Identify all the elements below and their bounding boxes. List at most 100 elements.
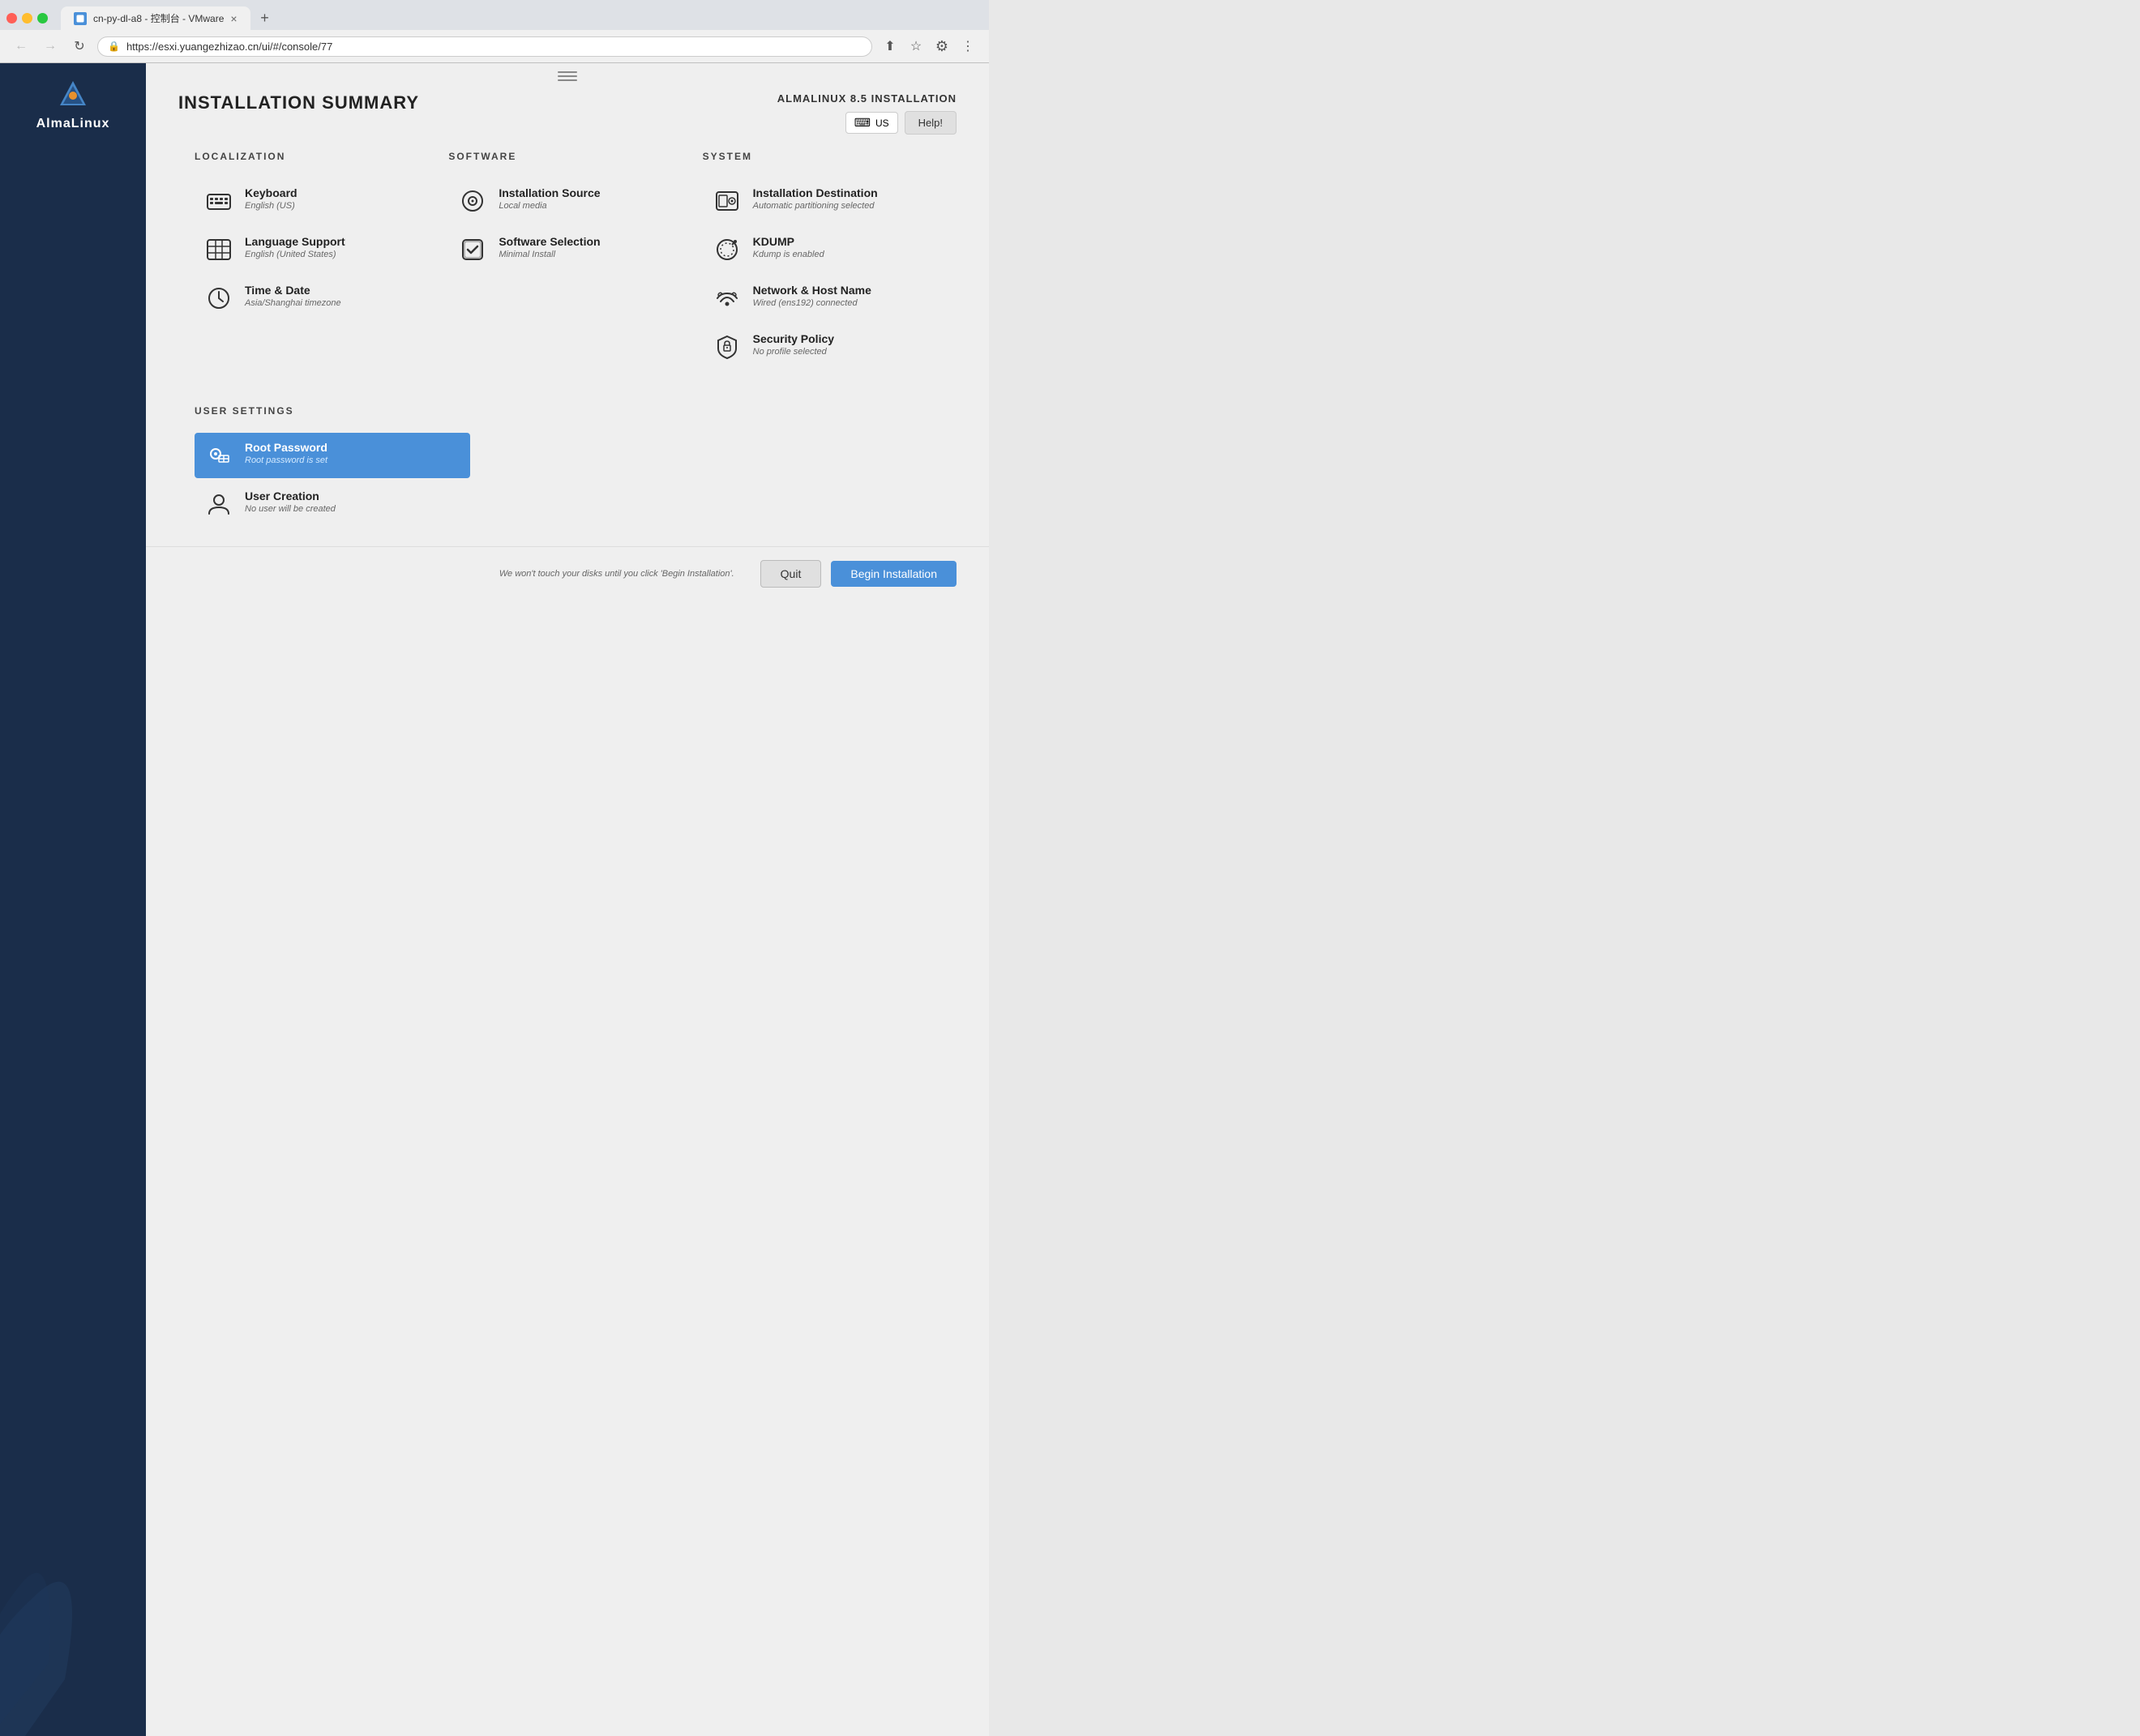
kdump-sub: Kdump is enabled: [753, 250, 824, 259]
keyboard-sub: English (US): [245, 201, 297, 211]
user-creation-sub: No user will be created: [245, 504, 336, 514]
installation-source-item[interactable]: Installation Source Local media: [448, 178, 686, 224]
installation-destination-sub: Automatic partitioning selected: [753, 201, 878, 211]
kdump-text: KDUMP Kdump is enabled: [753, 235, 824, 259]
security-policy-sub: No profile selected: [753, 347, 834, 357]
extensions-icon[interactable]: ⚙: [931, 35, 953, 58]
security-policy-icon: [713, 332, 742, 361]
user-settings-section-title: USER SETTINGS: [195, 405, 940, 420]
installation-source-sub: Local media: [499, 201, 600, 211]
software-selection-sub: Minimal Install: [499, 250, 600, 259]
keyboard-lang: US: [875, 118, 889, 129]
network-item[interactable]: Network & Host Name Wired (ens192) conne…: [703, 276, 940, 321]
bottom-bar: We won't touch your disks until you clic…: [146, 546, 989, 601]
sidebar-logo: AlmaLinux: [36, 79, 110, 131]
keyboard-badge[interactable]: ⌨ US: [845, 112, 898, 134]
user-creation-text: User Creation No user will be created: [245, 490, 336, 514]
content-header: INSTALLATION SUMMARY ALMALINUX 8.5 INSTA…: [146, 76, 989, 143]
security-policy-item[interactable]: Security Policy No profile selected: [703, 324, 940, 370]
software-section: SOFTWARE Installation Source: [448, 151, 686, 389]
installation-source-text: Installation Source Local media: [499, 186, 600, 211]
bookmark-icon[interactable]: ☆: [905, 35, 927, 58]
time-date-sub: Asia/Shanghai timezone: [245, 298, 341, 308]
bottom-note: We won't touch your disks until you clic…: [499, 569, 734, 579]
installation-source-icon: [458, 186, 487, 216]
sidebar: AlmaLinux: [0, 63, 146, 1736]
kdump-item[interactable]: KDUMP Kdump is enabled: [703, 227, 940, 272]
user-creation-title: User Creation: [245, 490, 336, 502]
installation-destination-item[interactable]: Installation Destination Automatic parti…: [703, 178, 940, 224]
language-icon: [204, 235, 233, 264]
root-password-sub: Root password is set: [245, 455, 327, 465]
network-title: Network & Host Name: [753, 284, 871, 297]
address-bar[interactable]: 🔒: [97, 36, 872, 57]
version-label: ALMALINUX 8.5 INSTALLATION: [777, 92, 957, 105]
network-sub: Wired (ens192) connected: [753, 298, 871, 308]
time-date-item[interactable]: Time & Date Asia/Shanghai timezone: [195, 276, 432, 321]
installation-destination-icon: [713, 186, 742, 216]
network-text: Network & Host Name Wired (ens192) conne…: [753, 284, 871, 308]
sidebar-decoration: [0, 1517, 130, 1736]
user-creation-item[interactable]: User Creation No user will be created: [195, 481, 470, 527]
window-maximize-button[interactable]: [37, 13, 48, 24]
forward-button[interactable]: →: [39, 35, 62, 58]
installation-destination-text: Installation Destination Automatic parti…: [753, 186, 878, 211]
localization-section-title: LOCALIZATION: [195, 151, 432, 165]
user-settings-wrapper: USER SETTINGS: [146, 405, 989, 546]
user-creation-icon: [204, 490, 233, 519]
keyboard-icon: ⌨: [854, 116, 871, 130]
header-controls: ⌨ US Help!: [845, 111, 957, 135]
network-icon: [713, 284, 742, 313]
software-selection-title: Software Selection: [499, 235, 600, 248]
window-minimize-button[interactable]: [22, 13, 32, 24]
security-policy-title: Security Policy: [753, 332, 834, 345]
keyboard-item[interactable]: Keyboard English (US): [195, 178, 432, 224]
software-selection-text: Software Selection Minimal Install: [499, 235, 600, 259]
root-password-icon: [204, 441, 233, 470]
time-date-title: Time & Date: [245, 284, 341, 297]
help-button[interactable]: Help!: [905, 111, 957, 135]
software-selection-item[interactable]: Software Selection Minimal Install: [448, 227, 686, 272]
language-sub: English (United States): [245, 250, 345, 259]
language-item-text: Language Support English (United States): [245, 235, 345, 259]
page-title: INSTALLATION SUMMARY: [178, 92, 419, 113]
clock-icon: [204, 284, 233, 313]
menu-handle[interactable]: [558, 71, 577, 81]
installation-source-title: Installation Source: [499, 186, 600, 199]
sections-wrapper: LOCALIZATION: [146, 143, 989, 405]
language-support-item[interactable]: Language Support English (United States): [195, 227, 432, 272]
software-selection-icon: [458, 235, 487, 264]
content-area: INSTALLATION SUMMARY ALMALINUX 8.5 INSTA…: [146, 63, 989, 1736]
user-settings-items: Root Password Root password is set: [195, 433, 470, 527]
almalinux-logo: [57, 79, 89, 112]
root-password-item[interactable]: Root Password Root password is set: [195, 433, 470, 478]
installation-destination-title: Installation Destination: [753, 186, 878, 199]
secure-icon: 🔒: [108, 41, 120, 52]
root-password-title: Root Password: [245, 441, 327, 454]
software-section-title: SOFTWARE: [448, 151, 686, 165]
begin-installation-button[interactable]: Begin Installation: [831, 561, 957, 587]
header-right: ALMALINUX 8.5 INSTALLATION ⌨ US Help!: [777, 92, 957, 135]
system-section-title: SYSTEM: [703, 151, 940, 165]
menu-icon[interactable]: ⋮: [957, 35, 979, 58]
share-icon[interactable]: ⬆: [879, 35, 901, 58]
kdump-title: KDUMP: [753, 235, 824, 248]
root-password-text: Root Password Root password is set: [245, 441, 327, 465]
url-input[interactable]: [126, 41, 862, 53]
tab-title: cn-py-dl-a8 - 控制台 - VMware: [93, 11, 224, 25]
tab-close-button[interactable]: ×: [230, 12, 237, 25]
logo-text-alma: AlmaLinux: [36, 117, 110, 131]
time-date-item-text: Time & Date Asia/Shanghai timezone: [245, 284, 341, 308]
language-title: Language Support: [245, 235, 345, 248]
localization-section: LOCALIZATION: [195, 151, 432, 389]
back-button[interactable]: ←: [10, 35, 32, 58]
keyboard-title: Keyboard: [245, 186, 297, 199]
keyboard-item-text: Keyboard English (US): [245, 186, 297, 211]
quit-button[interactable]: Quit: [760, 560, 822, 588]
new-tab-button[interactable]: +: [254, 7, 276, 30]
active-tab[interactable]: cn-py-dl-a8 - 控制台 - VMware ×: [61, 6, 250, 30]
window-close-button[interactable]: [6, 13, 17, 24]
security-policy-text: Security Policy No profile selected: [753, 332, 834, 357]
reload-button[interactable]: ↻: [68, 35, 91, 58]
keyboard-icon-item: [204, 186, 233, 216]
